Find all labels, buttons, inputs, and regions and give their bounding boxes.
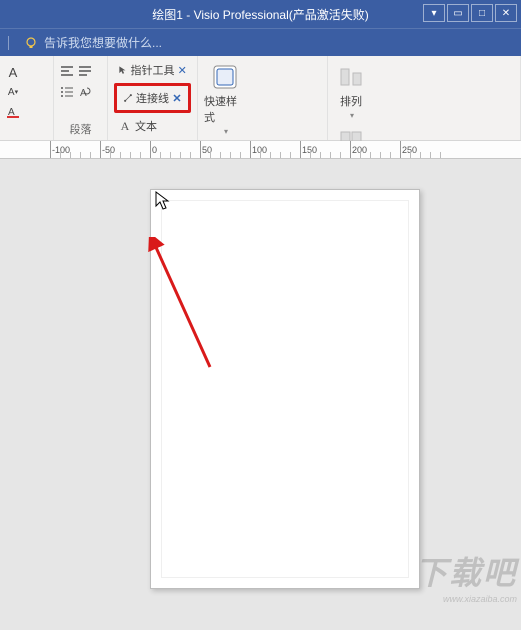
pointer-icon	[118, 63, 128, 77]
ribbon-display-options-button[interactable]: ▾	[423, 4, 445, 22]
align-dropdown-icon[interactable]	[78, 65, 92, 79]
quick-styles-button[interactable]: 快速样式 ▾	[204, 59, 246, 136]
tab-edge	[8, 36, 18, 50]
font-size-decrease-icon[interactable]: A▾	[6, 85, 20, 99]
close-button[interactable]: ✕	[495, 4, 517, 22]
pointer-tool-button[interactable]: 指针工具 ✕	[114, 59, 191, 81]
paragraph-group-label: 段落	[60, 119, 101, 140]
quick-styles-icon	[211, 63, 239, 91]
font-group-label	[6, 123, 47, 140]
shape-styles-group: 快速样式 ▾ 填充▾ 线条▾ 效果▾ 形状样式	[198, 56, 328, 140]
align-button[interactable]: 排列▾	[334, 59, 368, 120]
paragraph-group: A 段落	[54, 56, 108, 140]
font-size-increase-icon[interactable]: A	[6, 65, 20, 79]
text-icon: A	[118, 119, 132, 133]
watermark-url: www.xiazaiba.com	[415, 594, 517, 604]
ruler-tick-label: 0	[152, 145, 157, 155]
ruler-tick-label: -50	[102, 145, 115, 155]
app-title: 绘图1 - Visio Professional(产品激活失败)	[152, 6, 369, 23]
cursor-icon	[155, 191, 171, 216]
align-icon	[337, 63, 365, 91]
connector-icon	[123, 91, 133, 105]
drawing-page[interactable]	[150, 189, 420, 589]
tools-group: 指针工具 ✕ 连接线 ✕ A 文本 工具	[108, 56, 198, 140]
delete-x-icon[interactable]: ✕	[178, 63, 188, 77]
tellme-bar	[0, 28, 521, 56]
font-color-icon[interactable]: A	[6, 105, 20, 119]
minimize-button[interactable]: ▭	[447, 4, 469, 22]
bullets-icon[interactable]	[60, 85, 74, 99]
font-group: A A▾ A	[0, 56, 54, 140]
chevron-down-icon: ▾	[224, 127, 228, 136]
window-controls: ▾ ▭ □ ✕	[423, 4, 517, 22]
canvas-area[interactable]: 下载吧 www.xiazaiba.com	[0, 159, 521, 610]
ruler-tick-label: -100	[52, 145, 70, 155]
arrange-group: 排列▾ 位置▾ 置于顶层▾ 置于底层▾ 组合▾	[328, 56, 521, 140]
align-label: 排列	[340, 93, 362, 109]
watermark-text: 下载吧	[415, 555, 517, 591]
pointer-tool-label: 指针工具	[131, 62, 175, 78]
connector-highlight-box: 连接线 ✕	[114, 83, 191, 113]
page-margin-guide	[161, 200, 409, 578]
ribbon: A A▾ A A 段落 指针工具 ✕	[0, 56, 521, 141]
text-tool-button[interactable]: A 文本	[114, 115, 191, 137]
text-tool-label: 文本	[135, 118, 157, 134]
rotate-text-icon[interactable]: A	[78, 85, 92, 99]
close-x-icon[interactable]: ✕	[172, 91, 182, 105]
maximize-button[interactable]: □	[471, 4, 493, 22]
connector-tool-button[interactable]: 连接线 ✕	[119, 87, 186, 109]
lightbulb-icon	[24, 36, 38, 50]
horizontal-ruler[interactable]: [-100,-50,0,50,100,150,200,250] -100-500…	[0, 141, 521, 159]
align-left-icon[interactable]	[60, 65, 74, 79]
tellme-input[interactable]	[44, 36, 244, 50]
title-bar: 绘图1 - Visio Professional(产品激活失败) ▾ ▭ □ ✕	[0, 0, 521, 28]
watermark: 下载吧 www.xiazaiba.com	[415, 548, 517, 604]
connector-tool-label: 连接线	[136, 90, 169, 106]
quick-styles-label: 快速样式	[204, 93, 246, 125]
